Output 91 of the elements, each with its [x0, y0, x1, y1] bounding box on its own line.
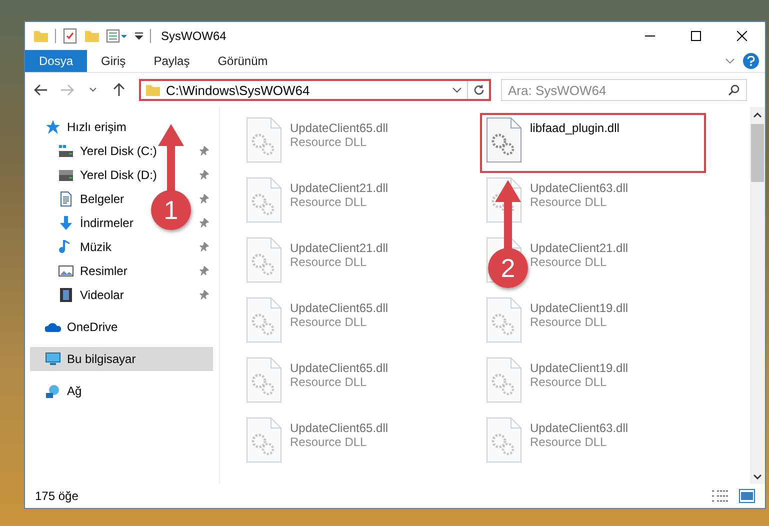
- network-icon: [45, 383, 61, 399]
- item-count: 175 öğe: [35, 489, 78, 503]
- large-icons-view-icon[interactable]: [739, 489, 755, 503]
- sidebar-item[interactable]: Belgeler: [58, 187, 124, 211]
- close-icon: [737, 31, 747, 41]
- forward-arrow-icon: [60, 84, 74, 96]
- file-type: Resource DLL: [290, 435, 368, 449]
- chevron-down-icon: [753, 474, 762, 480]
- ribbon-tab[interactable]: Dosya: [25, 50, 88, 72]
- file-name[interactable]: UpdateClient63.dll: [530, 421, 628, 435]
- dll-file-icon: [486, 297, 522, 343]
- file-name[interactable]: UpdateClient21.dll: [290, 241, 388, 255]
- dll-file-icon: [246, 297, 282, 343]
- pin-icon[interactable]: [199, 194, 209, 204]
- file-name[interactable]: UpdateClient65.dll: [290, 421, 388, 435]
- sidebar-item[interactable]: Hızlı erişim: [45, 115, 126, 139]
- computer-icon: [45, 351, 61, 367]
- dll-file-icon: [486, 417, 522, 463]
- address-path: C:\Windows\SysWOW64: [166, 82, 311, 98]
- sidebar-item[interactable]: Videolar: [58, 283, 124, 307]
- ribbon-tab[interactable]: Paylaş: [140, 50, 204, 72]
- dll-file-icon: [246, 357, 282, 403]
- file-name[interactable]: UpdateClient19.dll: [530, 361, 628, 375]
- up-arrow-icon: [113, 83, 125, 97]
- file-type: Resource DLL: [290, 195, 368, 209]
- back-arrow-icon: [34, 84, 48, 96]
- picture-icon: [58, 263, 74, 279]
- dll-file-icon: [486, 117, 522, 163]
- file-type: Resource DLL: [530, 435, 608, 449]
- file-type: Resource DLL: [290, 255, 368, 269]
- file-name[interactable]: libfaad_plugin.dll: [530, 121, 620, 135]
- sidebar-item[interactable]: Yerel Disk (D:): [58, 163, 157, 187]
- file-type: Resource DLL: [530, 315, 608, 329]
- pin-icon[interactable]: [199, 290, 209, 300]
- search-field[interactable]: Ara: SysWOW64: [501, 79, 747, 101]
- dropdown-icon[interactable]: [134, 31, 144, 41]
- window-title: SysWOW64: [161, 29, 226, 43]
- refresh-icon: [472, 84, 484, 96]
- sidebar-item[interactable]: Yerel Disk (C:): [58, 139, 157, 163]
- drive-icon: [58, 167, 74, 183]
- details-view-icon[interactable]: [711, 489, 729, 503]
- video-icon: [58, 287, 74, 303]
- chevron-down-icon[interactable]: [452, 87, 462, 93]
- ribbon-tab[interactable]: Giriş: [87, 50, 140, 72]
- help-button[interactable]: [743, 53, 759, 69]
- sidebar-item[interactable]: İndirmeler: [58, 211, 134, 235]
- file-name[interactable]: UpdateClient65.dll: [290, 301, 388, 315]
- folder-icon: [145, 82, 161, 98]
- pin-icon[interactable]: [199, 266, 209, 276]
- sidebar-item[interactable]: OneDrive: [45, 315, 118, 339]
- file-type: Resource DLL: [530, 255, 608, 269]
- pin-icon[interactable]: [199, 242, 209, 252]
- chevron-up-icon: [753, 112, 762, 118]
- star-icon: [45, 119, 61, 135]
- file-type: Resource DLL: [290, 375, 368, 389]
- pin-icon[interactable]: [199, 146, 209, 156]
- scrollbar-thumb[interactable]: [751, 124, 764, 182]
- sidebar-item[interactable]: Müzik: [58, 235, 112, 259]
- maximize-icon: [691, 31, 701, 41]
- file-name[interactable]: UpdateClient63.dll: [530, 181, 628, 195]
- chevron-down-icon[interactable]: [725, 58, 735, 64]
- scrollbar[interactable]: [750, 107, 765, 484]
- file-name[interactable]: UpdateClient65.dll: [290, 361, 388, 375]
- file-name[interactable]: UpdateClient19.dll: [530, 301, 628, 315]
- question-mark-icon: [747, 56, 755, 66]
- search-icon[interactable]: [728, 84, 740, 96]
- download-icon: [58, 215, 74, 231]
- sidebar-item[interactable]: Resimler: [58, 259, 128, 283]
- dll-file-icon: [246, 237, 282, 283]
- checklist-icon[interactable]: [62, 28, 78, 44]
- dll-file-icon: [246, 117, 282, 163]
- file-name[interactable]: UpdateClient65.dll: [290, 121, 388, 135]
- dll-file-icon: [486, 357, 522, 403]
- sidebar-item[interactable]: Bu bilgisayar: [30, 347, 213, 371]
- file-type: Resource DLL: [530, 375, 608, 389]
- file-type: Resource DLL: [290, 135, 368, 149]
- pin-icon[interactable]: [199, 218, 209, 228]
- sidebar-item[interactable]: Ağ: [45, 379, 82, 403]
- document-icon: [58, 191, 74, 207]
- system-drive-icon: [58, 143, 74, 159]
- file-name[interactable]: UpdateClient21.dll: [530, 241, 628, 255]
- properties-icon[interactable]: [106, 28, 128, 44]
- address-bar[interactable]: C:\Windows\SysWOW64: [139, 79, 491, 101]
- file-type: Resource DLL: [530, 195, 608, 209]
- file-name[interactable]: UpdateClient21.dll: [290, 181, 388, 195]
- ribbon-tab[interactable]: Görünüm: [204, 50, 282, 72]
- dll-file-icon: [246, 417, 282, 463]
- file-type: Resource DLL: [290, 315, 368, 329]
- chevron-down-icon: [89, 87, 97, 93]
- dll-file-icon: [246, 177, 282, 223]
- pin-icon[interactable]: [199, 170, 209, 180]
